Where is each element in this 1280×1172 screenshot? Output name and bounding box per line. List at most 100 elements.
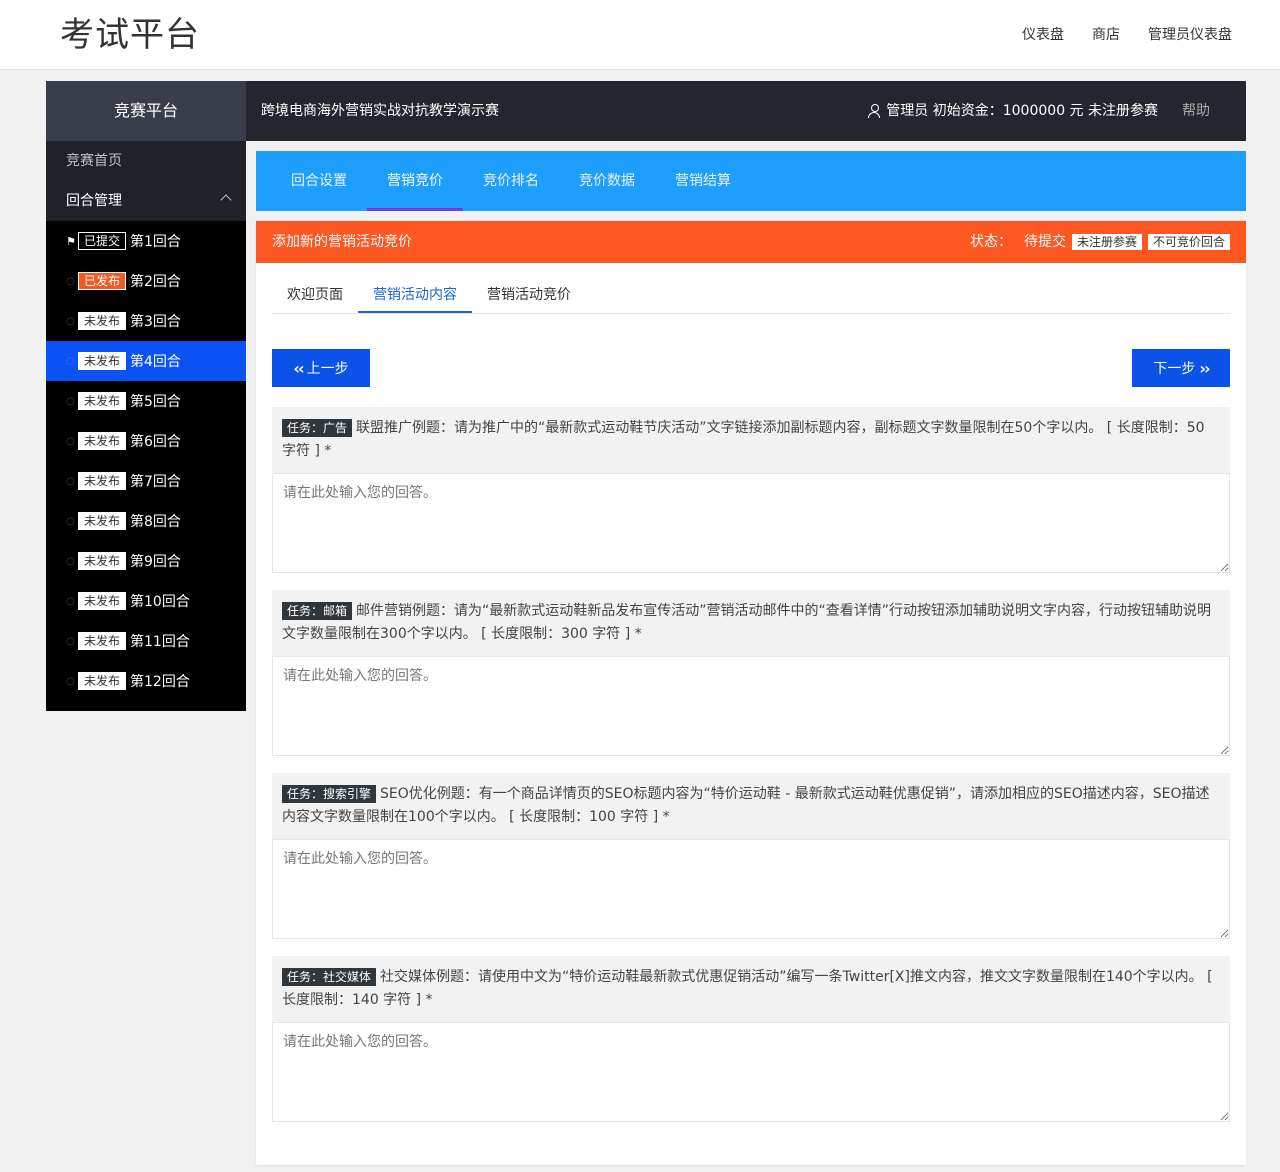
- next-button[interactable]: 下一步 ››: [1132, 349, 1230, 387]
- nav-dashboard[interactable]: 仪表盘: [1022, 24, 1064, 46]
- round-status-badge: 未发布: [78, 432, 127, 450]
- sub-tabs: 欢迎页面 营销活动内容 营销活动竞价: [272, 277, 1230, 314]
- circle-icon: ○: [66, 675, 75, 687]
- task-question: 任务：社交媒体 社交媒体例题：请使用中文为“特价运动鞋最新款式优惠促销活动”编写一…: [272, 956, 1230, 1022]
- round-status-badge: 未发布: [78, 592, 127, 610]
- circle-icon: ○: [66, 515, 75, 527]
- tab-bid-data[interactable]: 竞价数据: [559, 151, 655, 211]
- round-status-badge: 已发布: [78, 272, 127, 290]
- circle-icon: ○: [66, 475, 75, 487]
- round-item-active[interactable]: ○ 未发布 第4回合: [46, 341, 246, 381]
- round-item[interactable]: ○ 未发布 第9回合: [46, 541, 246, 581]
- prev-button-label: 上一步: [306, 361, 349, 377]
- circle-icon: ○: [66, 315, 75, 327]
- task-tag: 任务：搜索引擎: [282, 785, 377, 803]
- answer-field[interactable]: [272, 839, 1230, 939]
- round-item[interactable]: ○ 未发布 第5回合: [46, 381, 246, 421]
- round-status-badge: 未发布: [78, 672, 127, 690]
- tab-campaign-content[interactable]: 营销活动内容: [358, 277, 472, 313]
- task-text: SEO优化例题：有一个商品详情页的SEO标题内容为“特价运动鞋 - 最新款式运动…: [282, 786, 1210, 825]
- nav-admin-dashboard[interactable]: 管理员仪表盘: [1148, 24, 1232, 46]
- task-question: 任务：邮箱 邮件营销例题：请为“最新款式运动鞋新品发布宣传活动”营销活动邮件中的“…: [272, 590, 1230, 656]
- round-item[interactable]: ⚑ 已提交 第1回合: [46, 221, 246, 261]
- task-tag: 任务：邮箱: [282, 602, 353, 620]
- round-label: 第8回合: [130, 514, 181, 530]
- round-status-badge: 未发布: [78, 552, 127, 570]
- tab-marketing-settlement[interactable]: 营销结算: [655, 151, 751, 211]
- sidebar-group-label: 回合管理: [66, 193, 122, 209]
- tab-bid-ranking[interactable]: 竞价排名: [463, 151, 559, 211]
- round-status-badge: 未发布: [78, 472, 127, 490]
- round-item[interactable]: ○ 未发布 第3回合: [46, 301, 246, 341]
- task-tag: 任务：社交媒体: [282, 968, 377, 986]
- task-block: 任务：广告 联盟推广例题：请为推广中的“最新款式运动鞋节庆活动”文字链接添加副标题…: [272, 407, 1230, 573]
- double-chevron-left-icon: ‹‹: [293, 358, 304, 378]
- circle-icon: ○: [66, 275, 75, 287]
- top-header: 考试平台 仪表盘 商店 管理员仪表盘: [0, 0, 1280, 70]
- task-text: 社交媒体例题：请使用中文为“特价运动鞋最新款式优惠促销活动”编写一条Twitte…: [282, 969, 1213, 1008]
- panel-header: 添加新的营销活动竞价 状态： 待提交 未注册参赛 不可竞价回合: [256, 221, 1246, 263]
- round-label: 第3回合: [130, 314, 181, 330]
- round-label: 第6回合: [130, 434, 181, 450]
- status-badge: 未注册参赛: [1071, 234, 1142, 250]
- tab-welcome[interactable]: 欢迎页面: [272, 277, 358, 313]
- status-label: 状态：: [969, 234, 1012, 250]
- task-block: 任务：邮箱 邮件营销例题：请为“最新款式运动鞋新品发布宣传活动”营销活动邮件中的“…: [272, 590, 1230, 756]
- user-info-text: 管理员 初始资金：1000000 元 未注册参赛: [886, 103, 1158, 119]
- double-chevron-right-icon: ››: [1199, 358, 1210, 378]
- tab-marketing-bidding[interactable]: 营销竞价: [367, 151, 463, 211]
- task-block: 任务：搜索引擎 SEO优化例题：有一个商品详情页的SEO标题内容为“特价运动鞋 -…: [272, 773, 1230, 939]
- task-text: 邮件营销例题：请为“最新款式运动鞋新品发布宣传活动”营销活动邮件中的“查看详情”…: [282, 603, 1212, 642]
- round-item[interactable]: ○ 已发布 第2回合: [46, 261, 246, 301]
- round-status-badge: 未发布: [78, 632, 127, 650]
- circle-icon: ○: [66, 355, 75, 367]
- circle-icon: ○: [66, 635, 75, 647]
- sidebar-title: 竞赛平台: [46, 81, 246, 141]
- round-item[interactable]: ○ 未发布 第12回合: [46, 661, 246, 701]
- circle-icon: ○: [66, 395, 75, 407]
- panel-status: 状态： 待提交 未注册参赛 不可竞价回合: [970, 221, 1230, 263]
- circle-icon: ○: [66, 555, 75, 567]
- bid-panel: 添加新的营销活动竞价 状态： 待提交 未注册参赛 不可竞价回合 欢迎页面 营销活…: [256, 221, 1246, 1165]
- round-status-badge: 未发布: [78, 512, 127, 530]
- round-status-badge: 已提交: [78, 232, 127, 250]
- sidebar-item-home[interactable]: 竞赛首页: [46, 141, 246, 181]
- site-logo[interactable]: 考试平台: [60, 12, 200, 58]
- task-text: 联盟推广例题：请为推广中的“最新款式运动鞋节庆活动”文字链接添加副标题内容，副标…: [282, 420, 1205, 459]
- panel-title: 添加新的营销活动竞价: [272, 234, 412, 250]
- answer-field[interactable]: [272, 473, 1230, 573]
- user-info[interactable]: 管理员 初始资金：1000000 元 未注册参赛: [868, 81, 1158, 141]
- tab-campaign-bidding[interactable]: 营销活动竞价: [472, 277, 586, 313]
- competition-title: 跨境电商海外营销实战对抗教学演示赛: [261, 103, 499, 119]
- round-status-badge: 未发布: [78, 392, 127, 410]
- round-item[interactable]: ○ 未发布 第10回合: [46, 581, 246, 621]
- competition-header: 跨境电商海外营销实战对抗教学演示赛 管理员 初始资金：1000000 元 未注册…: [246, 81, 1246, 141]
- round-label: 第11回合: [130, 634, 190, 650]
- main-tabs: 回合设置 营销竞价 竞价排名 竞价数据 营销结算: [256, 151, 1246, 211]
- sidebar-group-rounds[interactable]: 回合管理: [46, 181, 246, 221]
- task-question: 任务：广告 联盟推广例题：请为推广中的“最新款式运动鞋节庆活动”文字链接添加副标题…: [272, 407, 1230, 473]
- round-label: 第2回合: [130, 274, 181, 290]
- user-icon: [868, 104, 881, 118]
- round-item[interactable]: ○ 未发布 第7回合: [46, 461, 246, 501]
- answer-field[interactable]: [272, 656, 1230, 756]
- round-item[interactable]: ○ 未发布 第8回合: [46, 501, 246, 541]
- round-label: 第5回合: [130, 394, 181, 410]
- top-nav: 仪表盘 商店 管理员仪表盘: [1022, 24, 1232, 46]
- sidebar: 竞赛平台 竞赛首页 回合管理 ⚑ 已提交 第1回合 ○ 已发布 第2回合 ○ 未发布 第3回…: [46, 81, 246, 711]
- circle-icon: ○: [66, 595, 75, 607]
- round-item[interactable]: ○ 未发布 第6回合: [46, 421, 246, 461]
- tab-round-settings[interactable]: 回合设置: [271, 151, 367, 211]
- nav-store[interactable]: 商店: [1092, 24, 1120, 46]
- task-tag: 任务：广告: [282, 419, 353, 437]
- round-item[interactable]: ○ 未发布 第11回合: [46, 621, 246, 661]
- round-label: 第12回合: [130, 674, 190, 690]
- prev-button[interactable]: ‹‹ 上一步: [272, 349, 370, 387]
- next-button-label: 下一步: [1153, 361, 1196, 377]
- help-link[interactable]: 帮助: [1182, 81, 1210, 141]
- status-badge: 不可竞价回合: [1147, 234, 1230, 250]
- answer-field[interactable]: [272, 1022, 1230, 1122]
- round-label: 第9回合: [130, 554, 181, 570]
- chevron-up-icon: [220, 194, 232, 206]
- task-block: 任务：社交媒体 社交媒体例题：请使用中文为“特价运动鞋最新款式优惠促销活动”编写一…: [272, 956, 1230, 1122]
